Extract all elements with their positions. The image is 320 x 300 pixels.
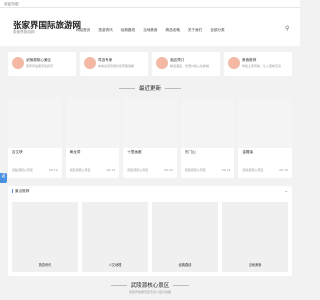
feature-card[interactable]: 武陵源核心景区 张家界最美景色欣赏 [8, 52, 76, 76]
feature-card[interactable]: 美食推荐 特色土家风味，让人回味无穷 [224, 52, 292, 76]
card-image [123, 98, 177, 148]
site-subtitle: 张家界旅游网 [13, 30, 35, 34]
card-title: 十里画廊 [127, 150, 142, 154]
main-nav: 网站首页 旅游资讯 经典路线 当地美食 精品攻略 关于我们 全部分类 [74, 27, 227, 34]
latest-card[interactable]: 黄龙洞 武陵源核心景区 06-19 [65, 98, 120, 178]
category-grid: 旅游资讯 人文地理 经典路线 当地美食 [12, 202, 288, 272]
nav-item-all[interactable]: 全部分类 [208, 27, 226, 34]
category-tile[interactable]: 旅游资讯 [12, 202, 78, 272]
category-tile[interactable]: 当地美食 [222, 202, 288, 272]
card-date: 06-19 [106, 168, 116, 172]
card-desc: 张家界最美景色欣赏 [26, 64, 54, 68]
nav-item-guides[interactable]: 精品攻略 [164, 27, 182, 34]
card-title: 百丈峡 [12, 150, 23, 154]
card-category: 武陵源核心景区 [184, 168, 206, 172]
card-image [238, 98, 292, 148]
welcome-text: 欢迎光临！ [4, 2, 22, 6]
category-label: 经典路线 [178, 263, 192, 267]
recommend-panel: 景点推荐 ⌄ 旅游资讯 人文地理 经典路线 当地美食 [8, 186, 292, 276]
card-image [65, 98, 120, 148]
site-header: 张家界国际旅游网 张家界旅游网 网站首页 旅游资讯 经典路线 当地美食 精品攻略… [0, 8, 300, 46]
card-date: 06-19 [221, 168, 231, 172]
nav-item-news[interactable]: 旅游资讯 [96, 27, 114, 34]
card-avatar [12, 57, 24, 69]
card-title: 金鞭溪 [242, 150, 254, 154]
card-desc: 本地资深导游为您带路讲解 [98, 64, 135, 68]
latest-list: 百丈峡 武陵源核心景区 06-19 黄龙洞 武陵源核心景区 06-19 十里画廊… [8, 98, 292, 178]
nav-item-food[interactable]: 当地美食 [141, 27, 159, 34]
card-category: 武陵源核心景区 [242, 168, 264, 172]
card-avatar [84, 57, 96, 69]
latest-section-title: 最近更新 [0, 84, 300, 92]
card-category: 武陵源核心景区 [127, 168, 149, 172]
feature-cards: 武陵源核心景区 张家界最美景色欣赏 导游专家 本地资深导游为您带路讲解 酒店预订… [8, 52, 292, 76]
category-label: 旅游资讯 [38, 263, 52, 267]
card-avatar [156, 57, 168, 69]
chevron-down-icon[interactable]: ⌄ [285, 188, 288, 193]
latest-card[interactable]: 百丈峡 武陵源核心景区 06-19 [8, 98, 62, 178]
latest-card[interactable]: 十里画廊 武陵源核心景区 06-19 [123, 98, 177, 178]
search-icon[interactable]: ⚲ [285, 25, 289, 32]
card-date: 06-19 [164, 168, 173, 172]
feature-card[interactable]: 酒店预订 精选酒店，优惠价格入住体验 [152, 52, 220, 76]
card-date: 06-19 [279, 168, 288, 172]
nav-item-home[interactable]: 网站首页 [74, 27, 92, 34]
card-title: 黄龙洞 [69, 150, 81, 154]
category-label: 人文地理 [108, 263, 122, 267]
card-date: 06-19 [48, 168, 58, 172]
card-title: 酒店预订 [170, 58, 185, 62]
feature-card[interactable]: 导游专家 本地资深导游为您带路讲解 [80, 52, 148, 76]
top-bar: 欢迎光临！ [0, 0, 300, 8]
category-label: 当地美食 [248, 263, 262, 267]
card-title: 导游专家 [98, 58, 113, 62]
card-category: 武陵源核心景区 [69, 168, 91, 172]
bottom-section-subtitle: 张家界旅游景区景点介绍与攻略 [128, 290, 171, 294]
card-title: 武陵源核心景区 [26, 58, 52, 62]
latest-card[interactable]: 天门山 武陵源核心景区 06-19 [180, 98, 235, 178]
panel-header: 景点推荐 [12, 189, 29, 194]
nav-item-routes[interactable]: 经典路线 [119, 27, 137, 34]
card-image [180, 98, 235, 148]
card-title: 天门山 [184, 150, 196, 154]
card-image [8, 98, 62, 148]
card-desc: 精选酒店，优惠价格入住体验 [170, 64, 210, 68]
category-tile[interactable]: 人文地理 [82, 202, 148, 272]
side-float-tag[interactable]: 返 [0, 173, 7, 183]
card-desc: 特色土家风味，让人回味无穷 [242, 64, 282, 68]
card-avatar [228, 57, 240, 69]
nav-item-about[interactable]: 关于我们 [186, 27, 204, 34]
panel-title: 景点推荐 [15, 189, 30, 193]
category-tile[interactable]: 经典路线 [152, 202, 218, 272]
bottom-section-title: 武陵源核心景区 [0, 281, 300, 289]
card-category: 武陵源核心景区 [12, 168, 34, 172]
card-title: 美食推荐 [242, 58, 257, 62]
accent-bar [12, 189, 13, 193]
latest-card[interactable]: 金鞭溪 武陵源核心景区 06-19 [238, 98, 292, 178]
